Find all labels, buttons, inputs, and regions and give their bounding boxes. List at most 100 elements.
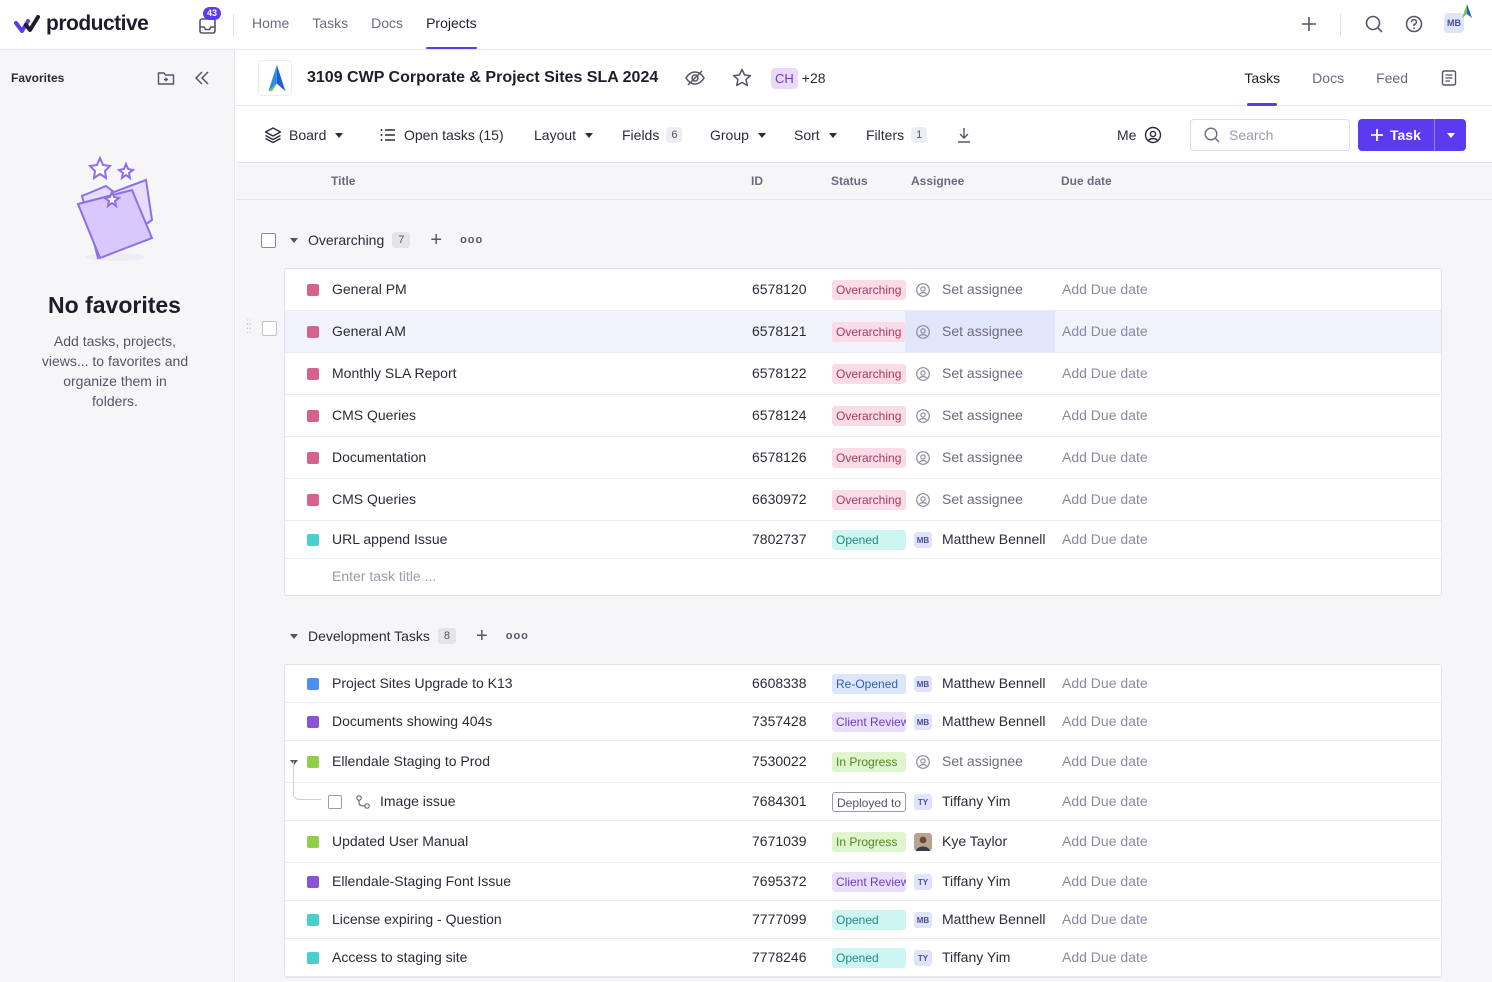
status-badge[interactable]: Overarching [832,322,906,342]
hidden-eye-icon[interactable] [684,67,706,89]
tab-feed[interactable]: Feed [1376,50,1408,106]
assignee-name[interactable]: Tiffany Yim [942,873,1010,889]
status-badge[interactable]: In Progress [832,832,906,852]
chevron-down-icon[interactable] [290,237,298,243]
table-row[interactable]: URL append Issue 7802737 Opened MB Matthew B… [285,521,1441,559]
assignee-avatar[interactable]: MB [913,531,933,549]
board-selector[interactable]: Board [264,125,344,145]
help-icon[interactable] [1404,14,1424,34]
table-row[interactable]: General AM 6578121 Overarching Set assignee… [285,311,1441,353]
table-row[interactable]: Ellendale-Staging Font Issue 7695372 Clien… [285,863,1441,901]
add-task-to-group-icon[interactable]: + [476,626,488,646]
nav-docs[interactable]: Docs [371,0,403,50]
assignee-name[interactable]: Matthew Bennell [942,531,1046,547]
sort-dropdown[interactable]: Sort [794,125,837,145]
assignee-avatar[interactable]: MB [913,911,933,929]
column-due-date[interactable]: Due date [1061,174,1112,188]
table-row[interactable]: Updated User Manual 7671039 In Progress Kye… [285,821,1441,863]
drag-handle-icon[interactable]: :::::: [246,318,254,336]
due-date-field[interactable]: Add Due date [1062,675,1148,691]
table-row[interactable]: License expiring - Question 7777099 Opened… [285,901,1441,939]
assignee-name[interactable]: Set assignee [942,407,1023,423]
task-title[interactable]: CMS Queries [332,491,416,507]
assignee-name[interactable]: Tiffany Yim [942,949,1010,965]
task-title[interactable]: Documentation [332,449,426,465]
assignee-name[interactable]: Set assignee [942,281,1023,297]
status-badge[interactable]: Re-Opened [832,674,906,694]
assignee-name[interactable]: Matthew Bennell [942,713,1046,729]
add-task-button[interactable]: Task [1358,119,1466,151]
assignee-name[interactable]: Set assignee [942,753,1023,769]
status-badge[interactable]: Overarching [832,448,906,468]
due-date-field[interactable]: Add Due date [1062,873,1148,889]
tab-docs[interactable]: Docs [1312,50,1344,106]
search-icon[interactable] [1364,14,1384,34]
assignee-name[interactable]: Set assignee [942,491,1023,507]
task-options-dropdown[interactable] [1434,119,1466,151]
table-row[interactable]: CMS Queries 6578124 Overarching Set assigne… [285,395,1441,437]
task-title[interactable]: Updated User Manual [332,833,468,849]
status-badge[interactable]: Deployed to [832,792,906,812]
table-row[interactable]: General PM 6578120 Overarching Set assignee… [285,269,1441,311]
new-task-button[interactable]: Task [1358,119,1434,151]
tab-tasks[interactable]: Tasks [1244,50,1280,106]
due-date-field[interactable]: Add Due date [1062,911,1148,927]
assignee-avatar[interactable]: TY [913,793,933,811]
table-row[interactable]: Monthly SLA Report 6578122 Overarching Set … [285,353,1441,395]
task-title[interactable]: Project Sites Upgrade to K13 [332,675,513,691]
app-logo[interactable]: productive [14,10,149,38]
assignee-placeholder-icon[interactable] [913,323,933,341]
status-badge[interactable]: Client Review [832,872,906,892]
due-date-field[interactable]: Add Due date [1062,407,1148,423]
fields-button[interactable]: Fields 6 [622,125,683,145]
group-select-checkbox[interactable] [261,233,276,248]
assignee-avatar[interactable]: TY [913,873,933,891]
search-input[interactable]: Search [1190,119,1350,151]
collapse-sidebar-icon[interactable] [192,68,212,88]
new-task-row[interactable]: Enter task title ... [285,559,1441,595]
assignee-name[interactable]: Set assignee [942,449,1023,465]
assignee-placeholder-icon[interactable] [913,281,933,299]
status-badge[interactable]: Overarching [832,490,906,510]
me-filter[interactable]: Me [1117,125,1163,145]
download-icon[interactable] [955,126,973,144]
table-row[interactable]: Documentation 6578126 Overarching Set assig… [285,437,1441,479]
project-info-icon[interactable] [1440,69,1458,87]
assignee-name[interactable]: Set assignee [942,323,1023,339]
due-date-field[interactable]: Add Due date [1062,531,1148,547]
column-status[interactable]: Status [831,174,868,188]
nav-tasks[interactable]: Tasks [312,0,348,50]
due-date-field[interactable]: Add Due date [1062,713,1148,729]
due-date-field[interactable]: Add Due date [1062,753,1148,769]
column-title[interactable]: Title [331,174,355,188]
task-title[interactable]: Documents showing 404s [332,713,492,729]
assignee-name[interactable]: Matthew Bennell [942,675,1046,691]
table-row[interactable]: Image issue 7684301 Deployed to TY Tiffany Y… [285,761,1441,821]
subtask-checkbox[interactable] [328,795,342,809]
project-members[interactable]: CH +28 [771,66,826,90]
new-folder-icon[interactable] [156,68,176,88]
task-title[interactable]: URL append Issue [332,531,447,547]
status-badge[interactable]: Overarching [832,364,906,384]
column-assignee[interactable]: Assignee [911,174,964,188]
due-date-field[interactable]: Add Due date [1062,365,1148,381]
status-badge[interactable]: In Progress [832,752,906,772]
table-row[interactable]: CMS Queries 6630972 Overarching Set assigne… [285,479,1441,521]
status-badge[interactable]: Opened [832,910,906,930]
group-dropdown[interactable]: Group [710,125,766,145]
status-badge[interactable]: Client Review [832,712,906,732]
task-title[interactable]: General PM [332,281,407,297]
table-row[interactable]: Project Sites Upgrade to K13 6608338 Re-Op… [285,665,1441,703]
assignee-name[interactable]: Matthew Bennell [942,911,1046,927]
chevron-down-icon[interactable] [290,633,298,639]
due-date-field[interactable]: Add Due date [1062,491,1148,507]
task-title[interactable]: License expiring - Question [332,911,502,927]
nav-home[interactable]: Home [252,0,289,50]
due-date-field[interactable]: Add Due date [1062,793,1148,809]
user-photo-avatar[interactable] [913,833,933,851]
status-badge[interactable]: Opened [832,948,906,968]
task-title[interactable]: Ellendale-Staging Font Issue [332,873,511,889]
status-badge[interactable]: Overarching [832,406,906,426]
status-badge[interactable]: Overarching [832,280,906,300]
assignee-name[interactable]: Kye Taylor [942,833,1007,849]
